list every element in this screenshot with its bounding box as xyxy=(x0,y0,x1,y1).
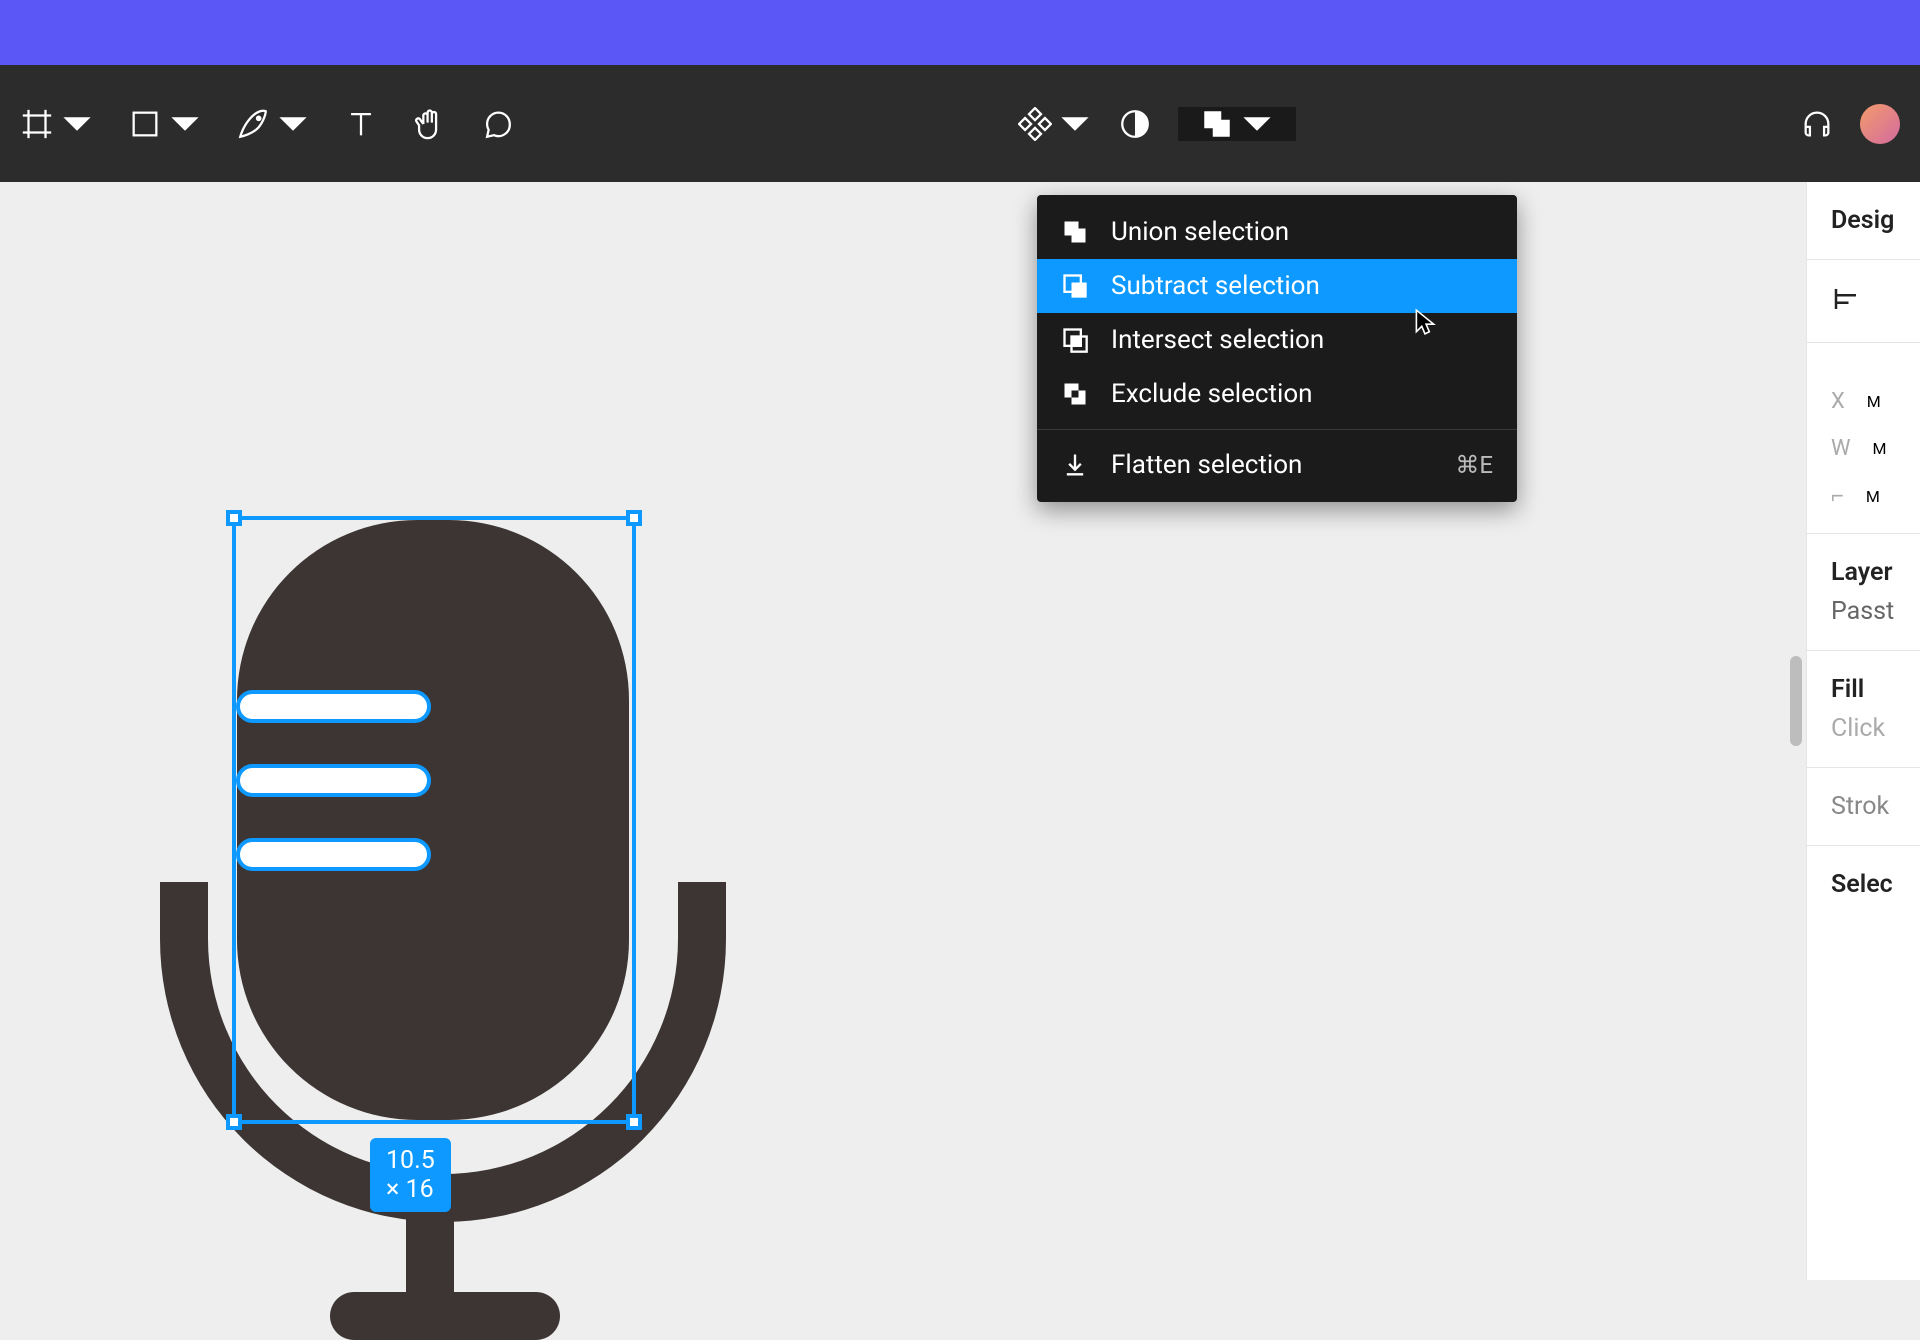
panel-align xyxy=(1807,260,1920,343)
menu-divider xyxy=(1037,429,1517,430)
comment-icon xyxy=(480,107,514,141)
frame-tool[interactable] xyxy=(20,107,94,141)
right-panel: Desig X M W M ⌐ M Layer Passt Fill Click St… xyxy=(1806,182,1920,1280)
cursor-pointer-icon xyxy=(1414,308,1436,336)
pen-icon xyxy=(236,107,270,141)
menu-label: Intersect selection xyxy=(1111,325,1324,355)
toolbar xyxy=(0,65,1920,182)
chevron-down-icon xyxy=(1240,107,1274,141)
chevron-down-icon xyxy=(60,107,94,141)
stroke-title[interactable]: Strok xyxy=(1831,792,1920,821)
components-icon xyxy=(1018,107,1052,141)
exclude-icon xyxy=(1061,380,1089,408)
hand-icon xyxy=(412,107,446,141)
menu-intersect-selection[interactable]: Intersect selection xyxy=(1037,313,1517,367)
selection-dimensions-badge: 10.5 × 16 xyxy=(370,1138,451,1212)
layer-title: Layer xyxy=(1831,558,1920,587)
menu-union-selection[interactable]: Union selection xyxy=(1037,205,1517,259)
resize-handle-br[interactable] xyxy=(626,1114,642,1130)
avatar[interactable] xyxy=(1860,104,1900,144)
chevron-down-icon xyxy=(276,107,310,141)
boolean-tool[interactable] xyxy=(1178,107,1296,141)
mic-base xyxy=(330,1292,560,1340)
resize-handle-tl[interactable] xyxy=(226,510,242,526)
components-tool[interactable] xyxy=(1018,107,1092,141)
intersect-icon xyxy=(1061,326,1089,354)
menu-subtract-selection[interactable]: Subtract selection xyxy=(1037,259,1517,313)
align-left-icon[interactable] xyxy=(1831,284,1861,314)
layer-blend-mode[interactable]: Passt xyxy=(1831,597,1920,626)
prop-x-value[interactable]: M xyxy=(1867,392,1881,411)
top-banner xyxy=(0,0,1920,65)
text-icon xyxy=(344,107,378,141)
flatten-icon xyxy=(1061,451,1089,479)
pen-tool[interactable] xyxy=(236,107,310,141)
subtract-icon xyxy=(1061,272,1089,300)
mask-tool[interactable] xyxy=(1118,107,1152,141)
panel-transform: X M W M ⌐ M xyxy=(1807,343,1920,534)
hand-tool[interactable] xyxy=(412,107,446,141)
menu-exclude-selection[interactable]: Exclude selection xyxy=(1037,367,1517,421)
toolbar-left-group xyxy=(20,107,514,141)
menu-flatten-selection[interactable]: Flatten selection ⌘E xyxy=(1037,438,1517,492)
boolean-union-icon xyxy=(1200,107,1234,141)
menu-label: Subtract selection xyxy=(1111,271,1320,301)
panel-fill: Fill Click xyxy=(1807,651,1920,768)
resize-handle-tr[interactable] xyxy=(626,510,642,526)
text-tool[interactable] xyxy=(344,107,378,141)
comment-tool[interactable] xyxy=(480,107,514,141)
boolean-dropdown: Union selection Subtract selection Inter… xyxy=(1037,195,1517,502)
prop-angle-value[interactable]: M xyxy=(1866,487,1880,506)
prop-w-value[interactable]: M xyxy=(1873,439,1887,458)
audio-chat[interactable] xyxy=(1800,107,1834,141)
selection-colors-title: Selec xyxy=(1831,870,1920,899)
selection-box[interactable] xyxy=(232,516,636,1124)
toolbar-center-group xyxy=(1018,107,1296,141)
toolbar-right-group xyxy=(1800,104,1900,144)
chevron-down-icon xyxy=(168,107,202,141)
vertical-scrollbar[interactable] xyxy=(1790,656,1802,746)
headphones-icon xyxy=(1800,107,1834,141)
menu-shortcut: ⌘E xyxy=(1455,451,1493,479)
panel-tabs: Desig xyxy=(1807,182,1920,260)
frame-icon xyxy=(20,107,54,141)
canvas[interactable]: 10.5 × 16 xyxy=(0,182,1806,1280)
panel-layer: Layer Passt xyxy=(1807,534,1920,651)
prop-angle-label: ⌐ xyxy=(1831,483,1844,509)
shape-tool[interactable] xyxy=(128,107,202,141)
menu-label: Union selection xyxy=(1111,217,1289,247)
tab-design[interactable]: Desig xyxy=(1831,206,1894,235)
union-icon xyxy=(1061,218,1089,246)
prop-x-label: X xyxy=(1831,389,1845,414)
chevron-down-icon xyxy=(1058,107,1092,141)
menu-label: Exclude selection xyxy=(1111,379,1313,409)
fill-hint[interactable]: Click xyxy=(1831,714,1920,743)
fill-title: Fill xyxy=(1831,675,1920,704)
menu-label: Flatten selection xyxy=(1111,450,1302,480)
panel-stroke: Strok xyxy=(1807,768,1920,846)
mask-icon xyxy=(1118,107,1152,141)
rectangle-icon xyxy=(128,107,162,141)
resize-handle-bl[interactable] xyxy=(226,1114,242,1130)
prop-w-label: W xyxy=(1831,436,1851,461)
panel-selection-colors: Selec xyxy=(1807,846,1920,923)
